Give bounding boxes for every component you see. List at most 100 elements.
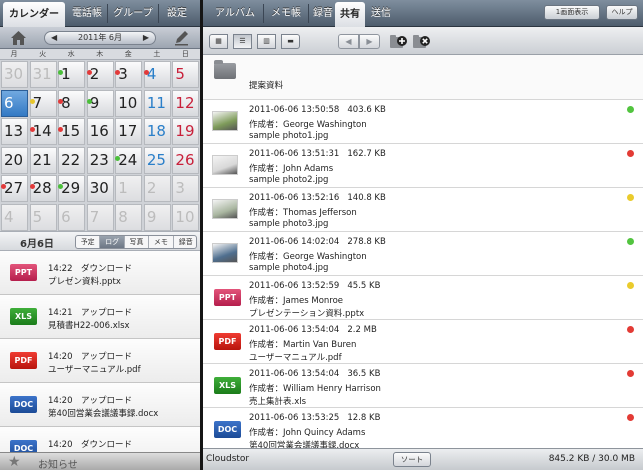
calendar-day[interactable]: 15 xyxy=(58,118,86,145)
prev-month-button[interactable]: ◀ xyxy=(51,32,57,44)
grid-view-icon[interactable]: ▦ xyxy=(209,34,228,49)
calendar-day[interactable]: 22 xyxy=(58,146,86,174)
day-number: 20 xyxy=(4,150,24,169)
xls-file-icon: XLS xyxy=(10,308,37,325)
tab-recording[interactable]: 録音 xyxy=(309,0,337,27)
file-row[interactable]: DOC 2011-06-06 13:53:25 12.8 KB 作成者：John Q… xyxy=(203,408,643,448)
calendar-day[interactable]: 21 xyxy=(29,146,57,174)
calendar-day[interactable]: 4 xyxy=(143,61,171,88)
file-row[interactable]: XLS 2011-06-06 13:54:04 36.5 KB 作成者：Willia… xyxy=(203,364,643,408)
file-row[interactable]: PPT 2011-06-06 13:52:59 45.5 KB 作成者：James … xyxy=(203,276,643,320)
tab-shared[interactable]: 共有 xyxy=(335,2,365,27)
calendar-day[interactable]: 5 xyxy=(172,61,200,88)
tab-send[interactable]: 送信 xyxy=(366,0,396,27)
log-entry[interactable]: PDF 14:20 アップロード ユーザーマニュアル.pdf xyxy=(0,339,200,383)
calendar-day[interactable]: 2 xyxy=(143,175,171,202)
calendar-day[interactable]: 16 xyxy=(86,118,114,145)
calendar-day[interactable]: 18 xyxy=(143,118,171,145)
detail-tab[interactable]: 写真 xyxy=(125,236,150,248)
calendar-day[interactable]: 7 xyxy=(29,89,57,117)
new-folder-icon[interactable] xyxy=(389,33,408,50)
calendar-day[interactable]: 1 xyxy=(115,175,143,202)
calendar-day[interactable]: 8 xyxy=(58,89,86,117)
calendar-day[interactable]: 12 xyxy=(172,89,200,117)
file-row[interactable]: 2011-06-06 14:02:04 278.8 KB 作成者：George W… xyxy=(203,232,643,276)
detail-tab[interactable]: 録音 xyxy=(174,236,196,248)
file-row[interactable]: 2011-06-06 13:51:31 162.7 KB 作成者：John Ada… xyxy=(203,144,643,188)
file-row[interactable]: PDF 2011-06-06 13:54:04 2.2 MB 作成者：Martin … xyxy=(203,320,643,364)
day-number: 3 xyxy=(118,65,128,83)
tab-calendar[interactable]: カレンダー xyxy=(3,2,65,27)
file-row[interactable]: 2011-06-06 13:52:16 140.8 KB 作成者：Thomas J… xyxy=(203,188,643,232)
log-entry[interactable]: XLS 14:21 アップロード 見積書H22-006.xlsx xyxy=(0,295,200,339)
calendar-day[interactable]: 20 xyxy=(1,146,28,174)
calendar-day[interactable]: 4 xyxy=(1,203,28,231)
calendar-day[interactable]: 10 xyxy=(172,203,200,231)
event-dot xyxy=(1,184,6,189)
calendar-day[interactable]: 17 xyxy=(115,118,143,145)
help-button[interactable]: ヘルプ xyxy=(606,5,638,20)
calendar-day[interactable]: 27 xyxy=(1,175,28,202)
detail-tab[interactable]: ログ xyxy=(100,236,125,248)
calendar-day[interactable]: 13 xyxy=(1,118,28,145)
detail-tab[interactable]: メモ xyxy=(149,236,174,248)
calendar-day[interactable]: 29 xyxy=(58,175,86,202)
calendar-day[interactable]: 28 xyxy=(29,175,57,202)
cover-view-icon[interactable]: ▬ xyxy=(281,34,300,49)
next-month-button[interactable]: ▶ xyxy=(143,32,149,44)
calendar-day[interactable]: 6 xyxy=(1,89,28,117)
log-entry[interactable]: DOC 14:20 ダウンロード xyxy=(0,427,200,452)
log-entry[interactable]: PPT 14:22 ダウンロード プレゼン資料.pptx xyxy=(0,251,200,295)
detail-tab[interactable]: 予定 xyxy=(76,236,101,248)
calendar-day[interactable]: 11 xyxy=(143,89,171,117)
list-view-icon[interactable]: ☰ xyxy=(233,34,252,49)
calendar-day[interactable]: 19 xyxy=(172,118,200,145)
calendar-day[interactable]: 14 xyxy=(29,118,57,145)
sort-button[interactable]: ソート xyxy=(393,452,431,467)
calendar-day[interactable]: 3 xyxy=(115,61,143,88)
status-dot xyxy=(627,106,634,113)
file-size: 12.8 KB xyxy=(347,413,381,423)
calendar-day[interactable]: 23 xyxy=(86,146,114,174)
calendar-day[interactable]: 9 xyxy=(143,203,171,231)
calendar-day[interactable]: 30 xyxy=(1,61,28,88)
notice-bar[interactable]: ★ お知らせ xyxy=(0,452,200,470)
day-number: 14 xyxy=(32,122,52,140)
back-arrow-icon[interactable]: ◀ xyxy=(338,34,359,49)
delete-folder-icon[interactable] xyxy=(412,33,431,50)
calendar-day[interactable]: 5 xyxy=(29,203,57,231)
status-bar: Cloudstor ソート 845.2 KB / 30.0 MB xyxy=(203,448,643,470)
calendar-day[interactable]: 24 xyxy=(115,146,143,174)
log-entry[interactable]: DOC 14:20 アップロード 第40回営業会議議事録.docx xyxy=(0,383,200,427)
home-icon[interactable] xyxy=(10,30,27,46)
tab-phonebook[interactable]: 電話帳 xyxy=(67,0,107,27)
forward-arrow-icon[interactable]: ▶ xyxy=(359,34,380,49)
calendar-day[interactable]: 6 xyxy=(58,203,86,231)
tab-groups[interactable]: グループ xyxy=(108,0,158,27)
file-date: 2011-06-06 13:54:04 xyxy=(249,369,340,379)
column-view-icon[interactable]: ▥ xyxy=(257,34,276,49)
calendar-day[interactable]: 9 xyxy=(86,89,114,117)
calendar-day[interactable]: 2 xyxy=(86,61,114,88)
calendar-day[interactable]: 8 xyxy=(115,203,143,231)
tab-album[interactable]: アルバム xyxy=(207,0,263,27)
file-author: 作成者：George Washington xyxy=(249,252,367,262)
day-number: 21 xyxy=(32,150,52,169)
calendar-day[interactable]: 1 xyxy=(58,61,86,88)
calendar-day[interactable]: 31 xyxy=(29,61,57,88)
pencil-icon[interactable] xyxy=(173,30,190,46)
folder-row[interactable]: 提案資料 xyxy=(203,55,643,100)
day-number: 31 xyxy=(32,65,52,83)
calendar-day[interactable]: 3 xyxy=(172,175,200,202)
file-date: 2011-06-06 13:53:25 xyxy=(249,413,340,423)
calendar-day[interactable]: 7 xyxy=(86,203,114,231)
calendar-day[interactable]: 10 xyxy=(115,89,143,117)
calendar-day[interactable]: 26 xyxy=(172,146,200,174)
tab-memo[interactable]: メモ帳 xyxy=(264,0,308,27)
file-row[interactable]: 2011-06-06 13:50:58 403.6 KB 作成者：George W… xyxy=(203,100,643,144)
tab-settings[interactable]: 設定 xyxy=(159,0,195,27)
month-selector[interactable]: ◀ 2011年 6月 ▶ xyxy=(44,31,156,45)
calendar-day[interactable]: 25 xyxy=(143,146,171,174)
calendar-day[interactable]: 30 xyxy=(86,175,114,202)
single-view-button[interactable]: 1画面表示 xyxy=(544,5,600,20)
